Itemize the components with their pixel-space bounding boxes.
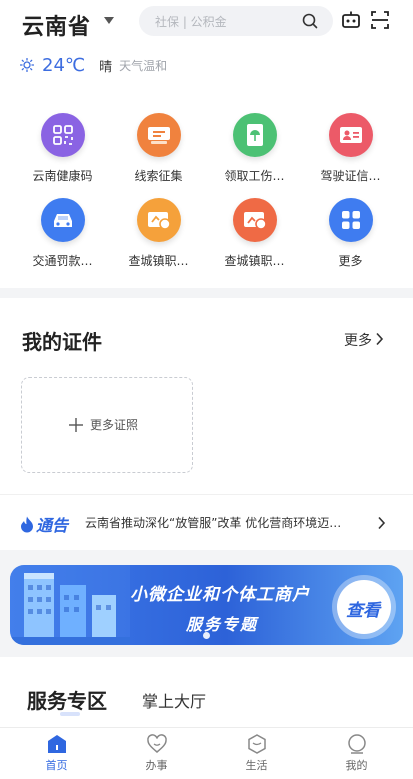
tab-service-zone[interactable]: 服务专区 bbox=[27, 685, 107, 714]
region-selector[interactable]: 云南省 bbox=[22, 9, 91, 41]
tab-life[interactable]: 生活 bbox=[205, 728, 308, 779]
notice-text: 云南省推动深化“放管服”改革 优化营商环境迈… bbox=[85, 516, 342, 530]
service-item-pension-query[interactable]: 查城镇职… bbox=[111, 198, 206, 269]
service-label: 线索征集 bbox=[134, 169, 183, 183]
carousel-indicator[interactable] bbox=[203, 632, 210, 639]
banner-subtitle: 服务专题 bbox=[186, 615, 259, 634]
car-icon bbox=[40, 198, 85, 242]
service-item-more[interactable]: 更多 bbox=[303, 198, 398, 269]
chevron-right-icon[interactable] bbox=[377, 516, 386, 530]
service-label: 查城镇职… bbox=[224, 254, 285, 268]
cube-icon bbox=[247, 734, 266, 754]
notice-logo: 通告 bbox=[20, 512, 68, 536]
service-item-health-code[interactable]: 云南健康码 bbox=[15, 113, 110, 184]
service-label: 交通罚款… bbox=[32, 254, 93, 268]
service-item-work-injury[interactable]: 领取工伤… bbox=[207, 113, 302, 184]
bottom-tabbar: 首页 办事 生活 我的 bbox=[0, 727, 413, 779]
service-item-pension-query-2[interactable]: 查城镇职… bbox=[207, 198, 302, 269]
pension-card-icon bbox=[232, 198, 277, 242]
sun-icon bbox=[20, 58, 34, 72]
add-certificate-label: 更多证照 bbox=[90, 418, 139, 432]
flame-icon bbox=[21, 516, 33, 532]
buildings-illustration bbox=[10, 565, 130, 645]
id-card-icon bbox=[328, 113, 373, 157]
banner-view-button[interactable]: 查看 bbox=[337, 580, 391, 634]
service-label: 云南健康码 bbox=[32, 169, 93, 183]
pension-card-icon bbox=[136, 198, 181, 242]
search-placeholder: 社保 | 公积金 bbox=[155, 15, 227, 29]
service-label: 更多 bbox=[338, 254, 363, 268]
chevron-right-icon[interactable] bbox=[375, 332, 384, 346]
heart-icon bbox=[146, 734, 167, 753]
certificates-section: 我的证件 更多 更多证照 通告 云南省推动深化“放管服”改革 优化营商环境迈… bbox=[0, 298, 413, 550]
home-icon bbox=[47, 735, 66, 753]
banner-title: 小微企业和个体工商户 bbox=[130, 585, 310, 605]
temperature: 24℃ bbox=[42, 54, 86, 76]
certificates-more-link[interactable]: 更多 bbox=[344, 330, 372, 350]
weather-bar: 24℃ 晴 天气温和 bbox=[20, 54, 167, 76]
notice-bar[interactable]: 通告 云南省推动深化“放管服”改革 优化营商环境迈… bbox=[0, 494, 413, 550]
chevron-down-icon[interactable] bbox=[104, 17, 114, 24]
report-icon bbox=[136, 113, 181, 157]
add-certificate-button[interactable]: 更多证照 bbox=[21, 377, 193, 473]
plus-icon bbox=[69, 417, 83, 432]
weather-description: 天气温和 bbox=[119, 58, 168, 73]
section-title: 我的证件 bbox=[22, 330, 102, 354]
robot-assistant-icon[interactable] bbox=[341, 11, 361, 29]
tab-mine[interactable]: 我的 bbox=[305, 728, 408, 779]
grid-more-icon bbox=[328, 198, 373, 242]
header: 云南省 社保 | 公积金 24℃ 晴 天气温和 bbox=[0, 0, 413, 95]
weather-condition: 晴 bbox=[99, 59, 113, 75]
service-label: 领取工伤… bbox=[224, 169, 285, 183]
service-label: 驾驶证信… bbox=[320, 169, 381, 183]
search-icon[interactable] bbox=[301, 12, 319, 30]
service-item-traffic-fine[interactable]: 交通罚款… bbox=[15, 198, 110, 269]
umbrella-doc-icon bbox=[232, 113, 277, 157]
scan-icon[interactable] bbox=[371, 11, 389, 29]
tab-home[interactable]: 首页 bbox=[5, 728, 108, 779]
tab-online-hall[interactable]: 掌上大厅 bbox=[142, 688, 206, 712]
qr-code-icon bbox=[40, 113, 85, 157]
active-tab-indicator bbox=[60, 712, 80, 716]
service-item-driver-license[interactable]: 驾驶证信… bbox=[303, 113, 398, 184]
tab-services[interactable]: 办事 bbox=[105, 728, 208, 779]
search-input[interactable]: 社保 | 公积金 bbox=[139, 6, 333, 36]
service-label: 查城镇职… bbox=[128, 254, 189, 268]
service-zone: 服务专区 掌上大厅 bbox=[0, 657, 413, 727]
service-grid: 云南健康码 线索征集 领取工伤… 驾驶证信… 交通罚款… 查城镇职… 查城镇职…… bbox=[0, 95, 413, 288]
notice-logo-text: 通告 bbox=[36, 516, 69, 535]
service-item-clue-collection[interactable]: 线索征集 bbox=[111, 113, 206, 184]
user-icon bbox=[347, 734, 366, 754]
